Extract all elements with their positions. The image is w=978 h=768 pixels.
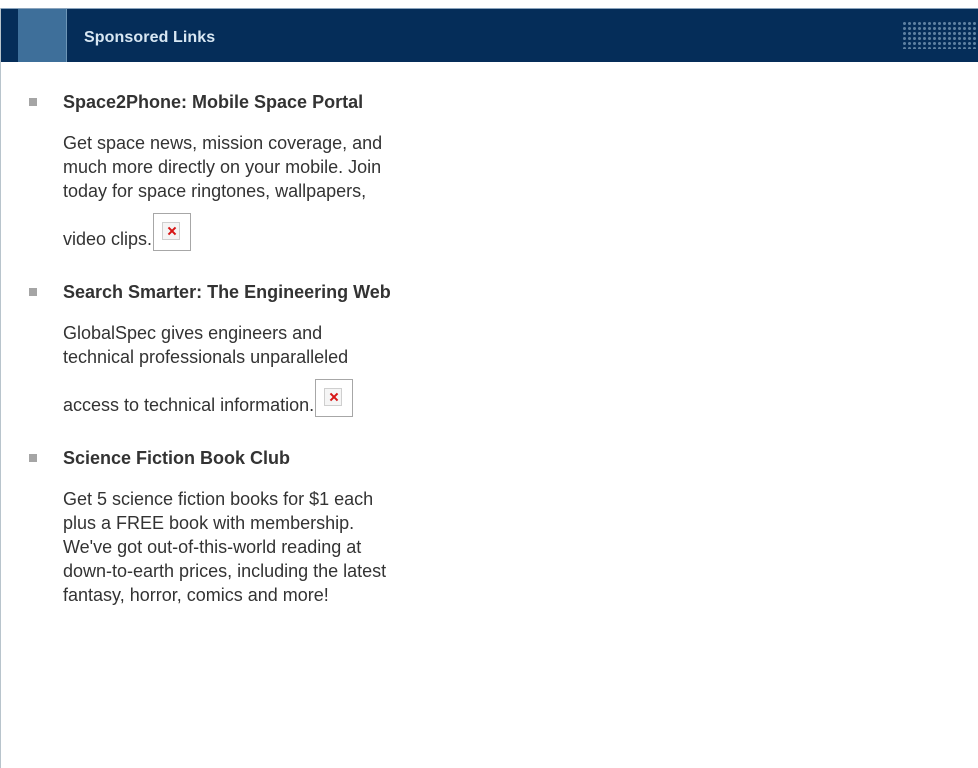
header-accent-tab [18, 9, 67, 62]
description-line: access to technical information. [63, 395, 315, 415]
description-line: fantasy, horror, comics and more! [63, 585, 329, 605]
description-line: video clips. [63, 229, 153, 249]
description-line: We've got out-of-this-world reading at [63, 537, 362, 557]
description-line: technical professionals unparalleled [63, 347, 349, 367]
broken-image-icon [315, 379, 354, 417]
sponsored-link-title[interactable]: Space2Phone: Mobile Space Portal [63, 91, 569, 113]
bullet-icon [29, 454, 37, 462]
sponsored-link-title[interactable]: Search Smarter: The Engineering Web [63, 281, 569, 303]
sponsored-link-item-science-fiction-book-club: Science Fiction Book Club Get 5 science … [29, 447, 569, 607]
panel-title: Sponsored Links [84, 29, 216, 46]
bullet-icon [29, 98, 37, 106]
sponsored-link-description: Get 5 science fiction books for $1 each … [63, 487, 493, 607]
description-line: down-to-earth prices, including the late… [63, 561, 387, 581]
sponsored-links-list: Space2Phone: Mobile Space Portal Get spa… [29, 91, 569, 637]
description-line: much more directly on your mobile. Join [63, 157, 382, 177]
description-line: today for space ringtones, wallpapers, [63, 181, 367, 201]
sponsored-link-title[interactable]: Science Fiction Book Club [63, 447, 569, 469]
bullet-icon [29, 288, 37, 296]
description-line: GlobalSpec gives engineers and [63, 323, 323, 343]
sponsored-link-description: Get space news, mission coverage, and mu… [63, 131, 493, 251]
sponsored-link-item-globalspec: Search Smarter: The Engineering Web Glob… [29, 281, 569, 417]
description-line: plus a FREE book with membership. [63, 513, 355, 533]
sponsored-link-item-space2phone: Space2Phone: Mobile Space Portal Get spa… [29, 91, 569, 251]
sponsored-links-panel: Sponsored Links Space2Phone: Mobile Spac… [0, 8, 978, 768]
broken-image-icon [153, 213, 192, 251]
description-line: Get 5 science fiction books for $1 each [63, 489, 374, 509]
description-line: Get space news, mission coverage, and [63, 133, 383, 153]
header-dot-pattern [902, 21, 978, 49]
sponsored-link-description: GlobalSpec gives engineers and technical… [63, 321, 493, 417]
sponsored-links-header: Sponsored Links [1, 8, 978, 62]
